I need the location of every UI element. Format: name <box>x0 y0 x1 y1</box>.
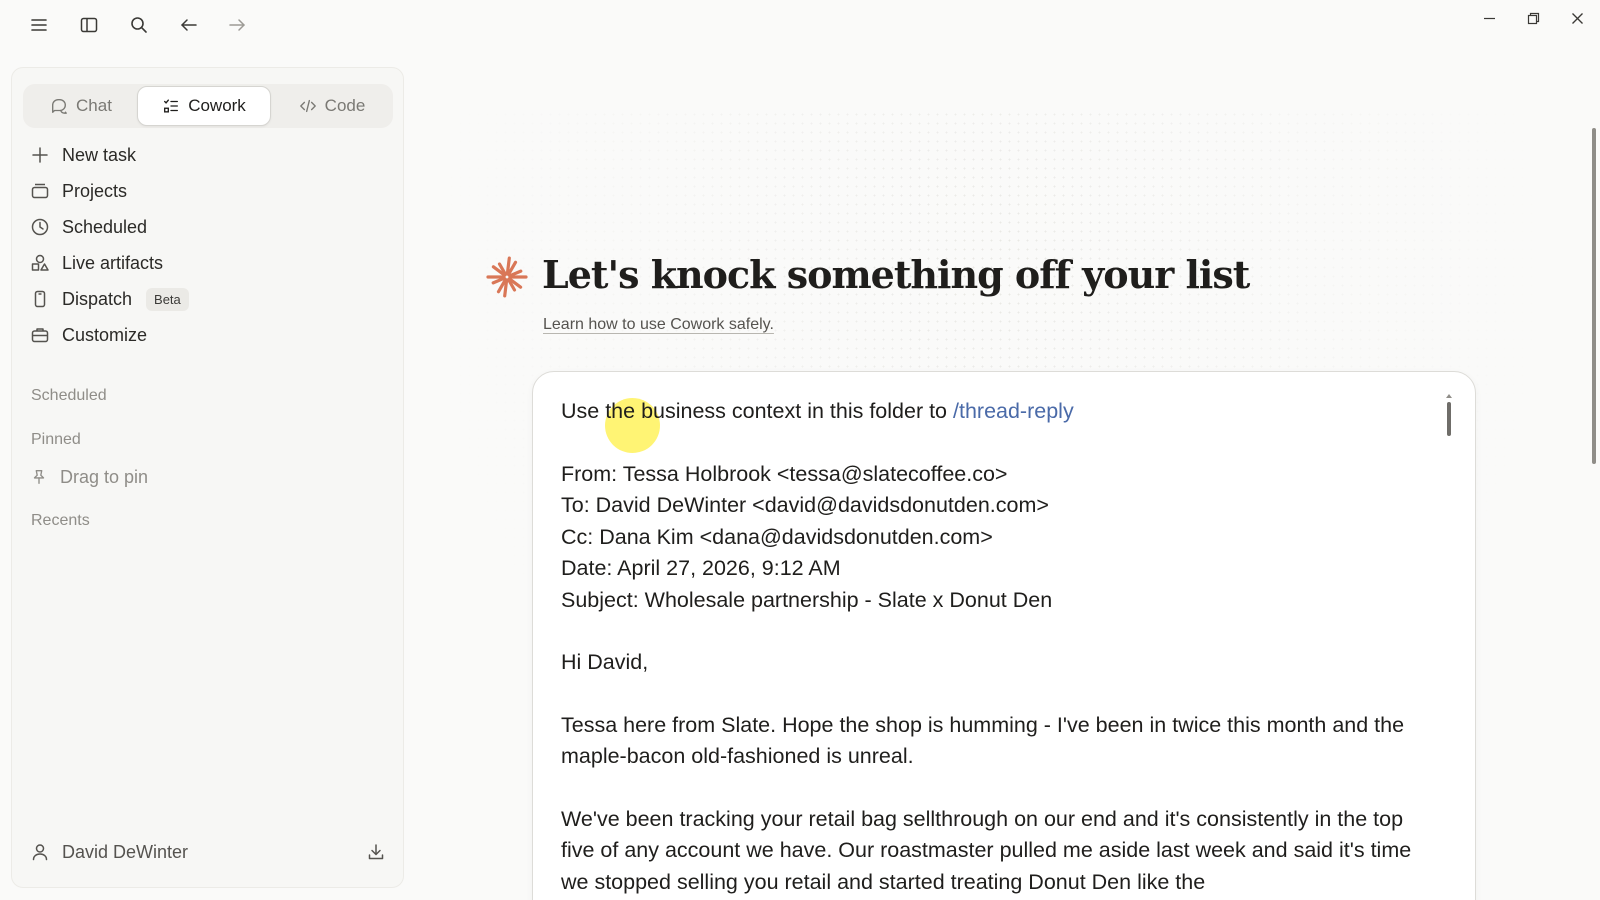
sidebar-item-live-artifacts[interactable]: Live artifacts <box>30 247 380 279</box>
email-date: Date: April 27, 2026, 9:12 AM <box>561 556 841 580</box>
sidebar-item-label: Scheduled <box>62 216 148 237</box>
shapes-icon <box>31 254 49 271</box>
sidebar-item-label: Projects <box>62 180 128 201</box>
section-label-recents: Recents <box>31 512 90 529</box>
email-from: From: Tessa Holbrook <tessa@slatecoffee.… <box>561 461 1008 486</box>
prompt-input[interactable]: Use the business context in this folder … <box>532 371 1476 900</box>
email-cc: Cc: Dana Kim <dana@davidsdonutden.com> <box>561 524 993 549</box>
back-arrow-icon[interactable] <box>174 10 204 40</box>
scroll-up-arrow-icon[interactable] <box>1446 394 1452 398</box>
prompt-intro-line: Use the business context in this folder … <box>561 396 1431 428</box>
sidebar-item-label: Dispatch <box>62 288 133 309</box>
section-label-pinned: Pinned <box>31 431 81 448</box>
minimize-icon[interactable] <box>1472 6 1506 30</box>
chat-bubble-icon <box>52 99 67 114</box>
top-toolbar <box>0 0 1600 50</box>
tab-code-label: Code <box>324 96 366 115</box>
phone-icon <box>34 290 46 308</box>
page-title: Let's knock something off your list <box>542 252 1250 297</box>
user-name: David DeWinter <box>62 841 189 862</box>
sidebar-item-label: Live artifacts <box>62 252 164 273</box>
sidebar-item-scheduled[interactable]: Scheduled <box>30 211 380 243</box>
drag-to-pin-label: Drag to pin <box>60 466 149 487</box>
sidebar-item-dispatch[interactable]: Dispatch Beta <box>30 283 380 315</box>
close-icon[interactable] <box>1560 6 1594 30</box>
sidebar-item-label: Customize <box>62 324 148 345</box>
sidebar-item-new-task[interactable]: New task <box>30 139 380 171</box>
sidebar-toggle-icon[interactable] <box>74 10 104 40</box>
sidebar-item-label: New task <box>62 144 137 165</box>
email-paragraph-2: We've been tracking your retail bag sell… <box>561 806 1412 894</box>
main-scrollbar[interactable] <box>1592 128 1596 464</box>
beta-badge: Beta <box>146 287 189 311</box>
restore-icon[interactable] <box>1516 6 1550 30</box>
code-icon <box>299 99 316 113</box>
search-icon[interactable] <box>124 10 154 40</box>
section-label-scheduled: Scheduled <box>31 387 107 404</box>
tab-chat[interactable]: Chat <box>25 86 137 126</box>
checklist-icon <box>164 99 179 113</box>
prompt-text[interactable]: Use the business context in this folder … <box>561 396 1431 898</box>
sparkle-icon <box>486 256 528 298</box>
slash-command: /thread-reply <box>953 399 1074 423</box>
mode-switch: Chat Cowork Code <box>23 84 393 128</box>
plus-icon <box>32 147 48 163</box>
tab-code[interactable]: Code <box>273 86 391 126</box>
tab-cowork[interactable]: Cowork <box>137 86 271 126</box>
folder-icon <box>31 183 49 199</box>
forward-arrow-icon[interactable] <box>222 10 252 40</box>
user-profile[interactable]: David DeWinter <box>30 836 386 868</box>
sidebar-item-customize[interactable]: Customize <box>30 319 380 351</box>
email-greeting: Hi David, <box>561 650 649 674</box>
email-subject: Subject: Wholesale partnership - Slate x… <box>561 587 1053 612</box>
prompt-scrollbar[interactable] <box>1447 402 1451 436</box>
user-icon <box>32 844 48 861</box>
prompt-intro: Use the business context in this folder … <box>561 399 953 423</box>
email-paragraph-1: Tessa here from Slate. Hope the shop is … <box>561 712 1405 769</box>
tab-cowork-label: Cowork <box>188 96 246 115</box>
drag-to-pin-hint: Drag to pin <box>30 462 148 492</box>
sidebar: Chat Cowork Code New task Projects Sched… <box>11 67 404 888</box>
sidebar-item-projects[interactable]: Projects <box>30 175 380 207</box>
download-icon[interactable] <box>366 842 386 862</box>
clock-icon <box>31 218 49 236</box>
briefcase-icon <box>31 328 49 343</box>
pin-icon <box>33 470 45 484</box>
email-to: To: David DeWinter <david@davidsdonutden… <box>561 493 1049 517</box>
safety-link[interactable]: Learn how to use Cowork safely. <box>543 316 774 334</box>
menu-icon[interactable] <box>24 10 54 40</box>
tab-chat-label: Chat <box>76 96 112 115</box>
